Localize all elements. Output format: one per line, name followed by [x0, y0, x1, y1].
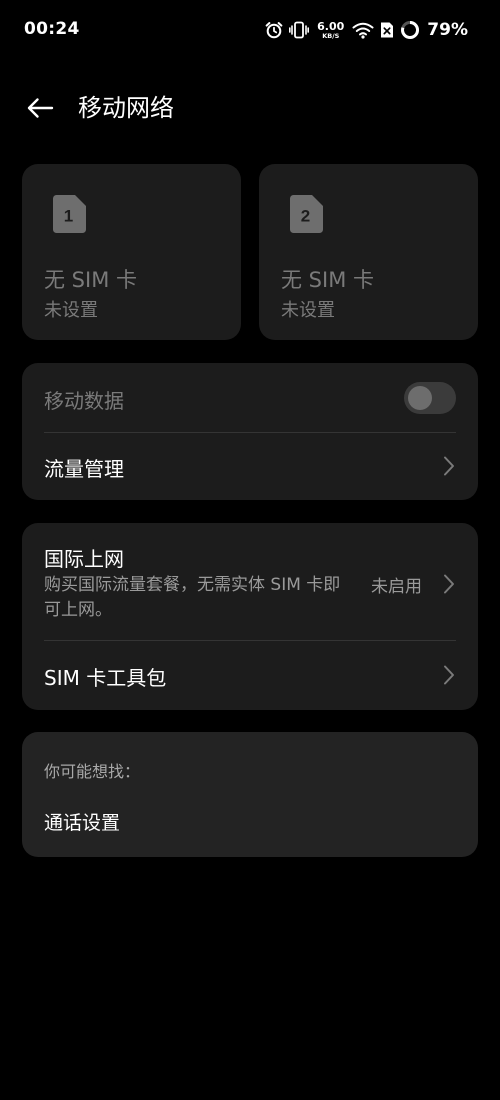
chevron-right-icon — [444, 456, 454, 476]
international-roaming-status: 未启用 — [371, 577, 422, 597]
chevron-right-icon — [444, 574, 454, 594]
sim-card-2[interactable]: 2 无 SIM 卡 未设置 — [259, 164, 478, 340]
traffic-management-label: 流量管理 — [44, 457, 124, 481]
vibrate-icon — [289, 21, 310, 39]
sim-1-icon: 1 — [53, 195, 86, 233]
data-settings-card: 移动数据 流量管理 — [22, 363, 478, 500]
network-speed-unit: KB/S — [322, 31, 340, 40]
sim-2-subtitle: 未设置 — [281, 300, 335, 321]
status-time: 00:24 — [24, 19, 80, 39]
battery-percent: 79% — [427, 20, 468, 40]
toggle-knob — [408, 386, 432, 410]
sim-card-1[interactable]: 1 无 SIM 卡 未设置 — [22, 164, 241, 340]
mobile-data-toggle[interactable] — [404, 382, 456, 414]
suggestions-card: 你可能想找： 通话设置 — [22, 732, 478, 857]
suggestions-heading: 你可能想找： — [44, 762, 141, 781]
page-title: 移动网络 — [78, 94, 174, 122]
sim-2-number: 2 — [301, 207, 310, 226]
wifi-icon — [352, 21, 374, 39]
international-roaming-title: 国际上网 — [44, 547, 124, 571]
sim-toolkit-row[interactable]: SIM 卡工具包 — [22, 641, 478, 710]
sim-1-title: 无 SIM 卡 — [44, 268, 137, 292]
sim-2-title: 无 SIM 卡 — [281, 268, 374, 292]
back-button[interactable] — [22, 90, 58, 126]
no-sim-icon — [380, 21, 394, 39]
sim-toolkit-label: SIM 卡工具包 — [44, 666, 167, 690]
mobile-data-label: 移动数据 — [44, 389, 124, 413]
call-settings-link[interactable]: 通话设置 — [44, 808, 120, 835]
traffic-management-row[interactable]: 流量管理 — [22, 433, 478, 500]
international-roaming-description: 购买国际流量套餐，无需实体 SIM 卡即可上网。 — [44, 575, 341, 620]
network-speed: 6.00 KB/S — [317, 21, 344, 40]
alarm-icon — [265, 21, 283, 39]
sim-2-icon: 2 — [290, 195, 323, 233]
international-roaming-row[interactable]: 国际上网 购买国际流量套餐，无需实体 SIM 卡即可上网。 未启用 — [22, 523, 478, 640]
network-speed-value: 6.00 — [317, 19, 345, 33]
roaming-card: 国际上网 购买国际流量套餐，无需实体 SIM 卡即可上网。 未启用 SIM 卡工… — [22, 523, 478, 710]
chevron-right-icon — [444, 665, 454, 685]
status-bar: 00:24 6.00 KB/S 79% — [0, 0, 500, 60]
status-icons: 6.00 KB/S 79% — [265, 17, 468, 43]
back-arrow-icon — [27, 98, 54, 118]
battery-icon — [400, 20, 420, 40]
sim-1-subtitle: 未设置 — [44, 300, 98, 321]
sim-1-number: 1 — [64, 207, 73, 226]
mobile-data-row: 移动数据 — [22, 363, 478, 432]
